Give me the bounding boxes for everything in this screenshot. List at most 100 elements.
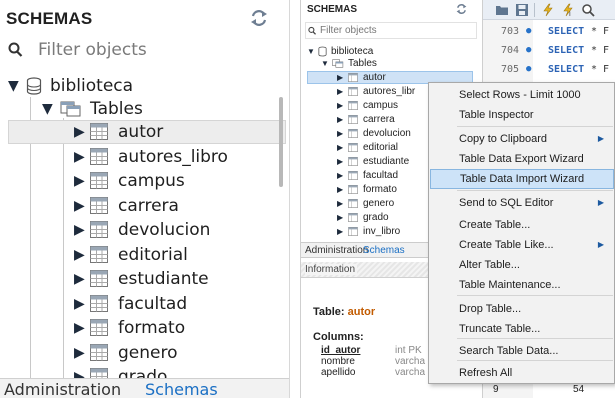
execute-current-icon[interactable]: I: [561, 3, 575, 17]
menu-item[interactable]: Table Data Import Wizard: [430, 169, 614, 189]
table-icon: [90, 147, 108, 165]
sql-keyword: SELECT: [548, 45, 585, 56]
expand-right-icon[interactable]: ▶: [74, 292, 85, 316]
menu-item[interactable]: Search Table Data...: [430, 341, 614, 361]
sql-keyword: SELECT: [548, 26, 585, 37]
expand-right-icon[interactable]: ▶: [74, 316, 85, 340]
expand-right-icon[interactable]: ▶: [74, 120, 85, 144]
refresh-icon[interactable]: [456, 4, 467, 14]
menu-item[interactable]: Alter Table...: [430, 255, 614, 275]
table-icon: [90, 270, 108, 287]
expand-right-icon[interactable]: ▶: [74, 194, 85, 218]
table-label: formato: [118, 318, 186, 338]
expand-right-icon[interactable]: ▶: [74, 243, 85, 267]
editor-toolbar: I: [483, 0, 615, 20]
table-icon: [90, 172, 108, 189]
column-row: id_autor int PK: [321, 345, 422, 356]
vertical-scrollbar[interactable]: [279, 97, 283, 187]
expand-right-icon[interactable]: ▶: [74, 145, 85, 169]
filter-placeholder: Filter objects: [320, 25, 377, 36]
expand-right-icon[interactable]: ▶: [337, 113, 343, 126]
table-row[interactable]: ▶ estudiante: [0, 267, 289, 291]
expand-down-icon[interactable]: ▼: [8, 74, 19, 98]
table-row[interactable]: ▶ devolucion: [0, 218, 289, 242]
expand-down-icon[interactable]: ▼: [321, 57, 329, 70]
filter-objects-field[interactable]: Filter objects: [4, 36, 286, 64]
tab-administration[interactable]: Administration: [305, 245, 368, 256]
expand-right-icon[interactable]: ▶: [74, 267, 85, 291]
table-icon: [348, 199, 358, 208]
schemas-title: SCHEMAS: [307, 4, 358, 15]
table-name: autor: [347, 306, 376, 318]
expand-right-icon[interactable]: ▶: [337, 183, 343, 196]
menu-item[interactable]: Table Inspector: [430, 105, 614, 125]
expand-right-icon[interactable]: ▶: [74, 341, 85, 365]
menu-item[interactable]: Select Rows - Limit 1000: [430, 85, 614, 105]
sql-text: * F: [591, 64, 610, 75]
menu-item[interactable]: Send to SQL Editor ▶: [430, 193, 614, 213]
expand-right-icon[interactable]: ▶: [74, 218, 85, 242]
expand-right-icon[interactable]: ▶: [337, 211, 343, 224]
expand-right-icon[interactable]: ▶: [337, 155, 343, 168]
tables-label: Tables: [90, 99, 143, 119]
table-row[interactable]: ▶ genero: [0, 341, 289, 365]
table-icon: [348, 129, 358, 138]
expand-right-icon[interactable]: ▶: [337, 141, 343, 154]
expand-right-icon[interactable]: ▶: [337, 71, 343, 84]
refresh-icon[interactable]: [250, 10, 268, 26]
table-icon: [348, 185, 358, 194]
explain-magnifier-icon[interactable]: [581, 3, 595, 17]
menu-separator: [457, 190, 613, 191]
expand-right-icon[interactable]: ▶: [337, 197, 343, 210]
expand-right-icon[interactable]: ▶: [337, 169, 343, 182]
result-grid-row[interactable]: 9 54: [483, 382, 615, 398]
filter-objects-field[interactable]: Filter objects: [305, 22, 477, 39]
table-row[interactable]: ▶ facultad: [0, 292, 289, 316]
expand-right-icon[interactable]: ▶: [337, 99, 343, 112]
table-icon: [348, 87, 358, 96]
expand-right-icon[interactable]: ▶: [337, 127, 343, 140]
execute-lightning-icon[interactable]: [541, 3, 555, 17]
save-icon[interactable]: [515, 3, 529, 17]
menu-item[interactable]: Create Table...: [430, 215, 614, 235]
expand-right-icon[interactable]: ▶: [337, 225, 343, 238]
menu-item[interactable]: Table Maintenance...: [430, 275, 614, 295]
search-icon: [8, 42, 23, 57]
table-row[interactable]: ▶ autor: [0, 120, 289, 144]
table-icon: [348, 115, 358, 124]
menu-item[interactable]: Create Table Like... ▶: [430, 235, 614, 255]
tab-administration[interactable]: Administration: [4, 380, 121, 398]
menu-item[interactable]: Table Data Export Wizard: [430, 149, 614, 169]
menu-item[interactable]: Refresh All: [430, 363, 614, 383]
table-row[interactable]: ▶ campus: [0, 169, 289, 193]
open-folder-icon[interactable]: [495, 3, 509, 17]
menu-item-label: Alter Table...: [459, 259, 520, 271]
tab-schemas[interactable]: Schemas: [363, 245, 405, 256]
table-icon: [348, 157, 358, 166]
table-row[interactable]: ▶ formato: [0, 316, 289, 340]
table-icon: [348, 171, 358, 180]
menu-item[interactable]: Copy to Clipboard ▶: [430, 129, 614, 149]
menu-item-label: Search Table Data...: [459, 345, 559, 357]
schemas-title: SCHEMAS: [6, 9, 93, 28]
grid-cell: 9: [493, 384, 499, 395]
expand-right-icon[interactable]: ▶: [337, 85, 343, 98]
table-label: editorial: [363, 142, 399, 153]
menu-item[interactable]: Truncate Table...: [430, 319, 614, 339]
table-icon: [348, 143, 358, 152]
expand-down-icon[interactable]: ▼: [42, 97, 53, 121]
tab-schemas[interactable]: Schemas: [145, 380, 218, 398]
table-label: carrera: [118, 195, 179, 216]
menu-separator: [457, 126, 613, 127]
table-row[interactable]: ▶ autores_libro: [0, 145, 289, 169]
tables-folder-row[interactable]: ▼ Tables: [0, 97, 289, 121]
schema-row-biblioteca[interactable]: ▼ biblioteca: [0, 74, 289, 98]
table-row[interactable]: ▶ editorial: [0, 243, 289, 267]
table-row[interactable]: ▶ carrera: [0, 194, 289, 218]
expand-right-icon[interactable]: ▶: [74, 169, 85, 193]
tables-folder-icon: [332, 59, 344, 68]
expand-down-icon[interactable]: ▼: [307, 45, 315, 58]
menu-item[interactable]: Drop Table...: [430, 299, 614, 319]
table-icon: [348, 73, 358, 82]
submenu-arrow-icon: ▶: [597, 240, 604, 249]
